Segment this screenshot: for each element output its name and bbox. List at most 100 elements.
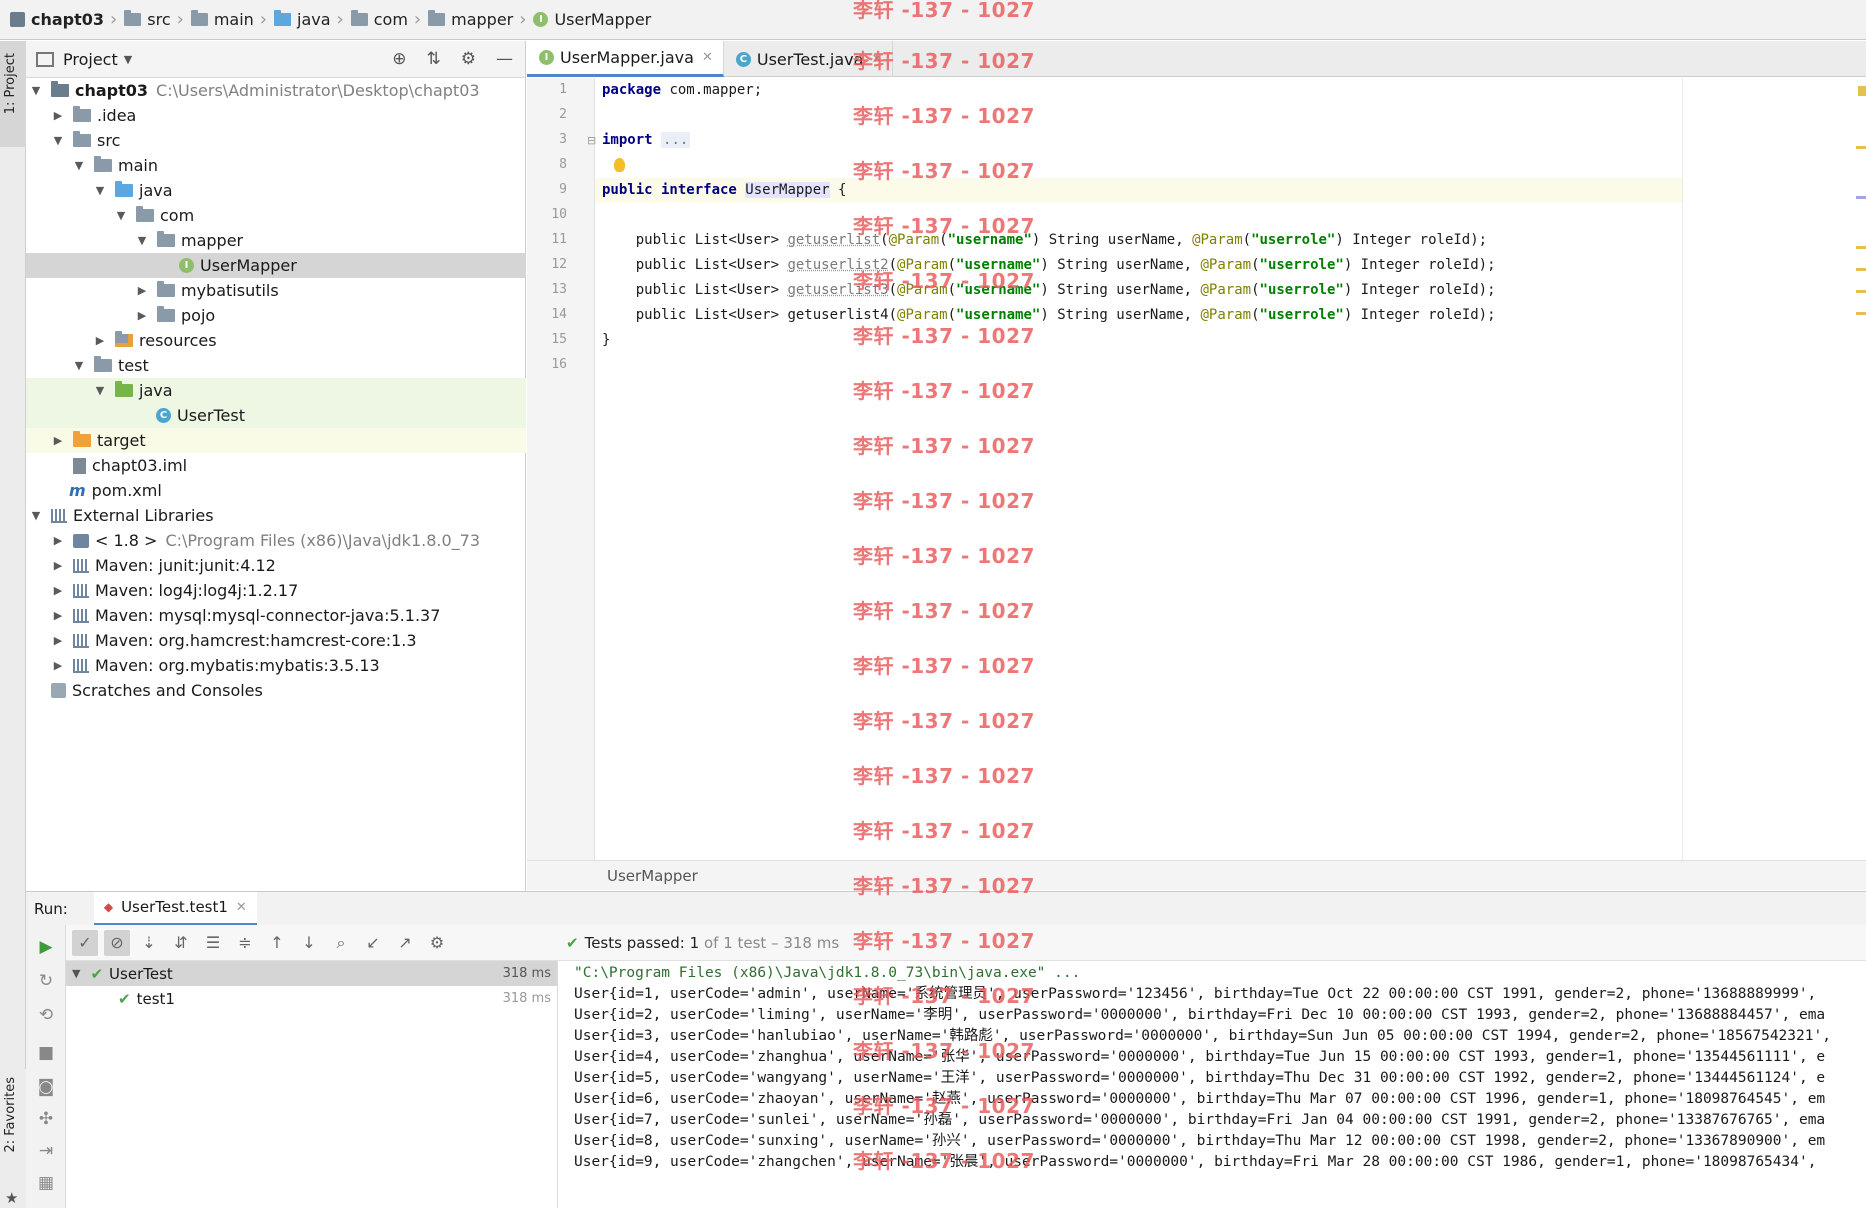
pin-icon[interactable]: ✣ (36, 1109, 56, 1129)
project-panel-title[interactable]: Project (63, 50, 118, 69)
rerun-icon[interactable]: ▶ (36, 937, 56, 957)
chevron-down-icon[interactable]: ▼ (29, 84, 43, 97)
run-tab[interactable]: ◆ UserTest.test1 ✕ (93, 891, 257, 926)
tree-node-jdk[interactable]: ▶ < 1.8 > C:\Program Files (x86)\Java\jdk1… (26, 528, 526, 553)
warning-marker[interactable] (1856, 246, 1866, 249)
tree-node-pojo[interactable]: ▶ pojo (26, 303, 526, 328)
code-editor[interactable]: package com.mapper; import ... public in… (595, 78, 1682, 860)
locate-icon[interactable]: ⊕ (392, 49, 406, 69)
chevron-right-icon[interactable]: ▶ (51, 559, 65, 572)
chevron-down-icon[interactable]: ▼ (72, 967, 80, 980)
breadcrumb-src[interactable]: src (124, 0, 171, 39)
stop-icon[interactable]: ■ (36, 1043, 56, 1063)
tree-node-main-java[interactable]: ▼ java (26, 178, 526, 203)
chevron-down-icon[interactable]: ▼ (93, 184, 107, 197)
tree-node-pom[interactable]: m pom.xml (26, 478, 526, 503)
close-icon[interactable]: ✕ (702, 50, 713, 65)
gear-icon[interactable]: ⚙ (424, 930, 450, 956)
tree-node-maven-lib[interactable]: ▶ Maven: org.mybatis:mybatis:3.5.13 (26, 653, 526, 678)
breadcrumb-com[interactable]: com (350, 0, 408, 39)
folded-imports[interactable]: ... (661, 132, 691, 148)
chevron-down-icon[interactable]: ▼ (72, 359, 86, 372)
collapse-all-icon[interactable]: ≑ (232, 930, 258, 956)
test-node-test1[interactable]: ✔ test1 318 ms (66, 986, 557, 1011)
error-stripe[interactable] (1682, 78, 1866, 860)
sort-duration-icon[interactable]: ⇵ (168, 930, 194, 956)
warning-marker[interactable] (1856, 312, 1866, 315)
chevron-right-icon[interactable]: ▶ (51, 109, 65, 122)
toggle-auto-test-icon[interactable]: ⟲ (36, 1005, 56, 1025)
chevron-right-icon[interactable]: ▶ (51, 534, 65, 547)
test-node-usertest[interactable]: ▼ ✔ UserTest 318 ms (66, 961, 557, 986)
fold-marker-icon[interactable]: ⊟ (587, 134, 596, 147)
tree-node-src[interactable]: ▼ src (26, 128, 526, 153)
close-icon[interactable]: ✕ (236, 900, 247, 915)
hide-icon[interactable]: — (496, 49, 513, 69)
expand-all-icon[interactable]: ☰ (200, 930, 226, 956)
warning-marker[interactable] (1858, 86, 1866, 96)
tree-node-maven-lib[interactable]: ▶ Maven: junit:junit:4.12 (26, 553, 526, 578)
tree-node-mybatisutils[interactable]: ▶ mybatisutils (26, 278, 526, 303)
camera-icon[interactable]: ◙ (36, 1077, 56, 1097)
chevron-down-icon[interactable]: ▼ (72, 159, 86, 172)
history-icon[interactable]: ⌕ (328, 930, 354, 956)
tree-node-maven-lib[interactable]: ▶ Maven: mysql:mysql-connector-java:5.1.3… (26, 603, 526, 628)
tab-usertest[interactable]: C UserTest.java ✕ (724, 41, 894, 77)
chevron-down-icon[interactable]: ▼ (93, 384, 107, 397)
chevron-down-icon[interactable]: ▼ (135, 234, 149, 247)
favorites-tool-tab[interactable]: 2: Favorites ★ (0, 1069, 26, 1208)
chevron-right-icon[interactable]: ▶ (51, 659, 65, 672)
warning-marker[interactable] (1856, 146, 1866, 149)
breadcrumb-project[interactable]: chapt03 (10, 0, 104, 39)
line-number-gutter[interactable]: 1 2 3 8 9 10 11 12 13 14 15 16 ⊟ (527, 78, 596, 860)
tab-usermapper[interactable]: I UserMapper.java ✕ (527, 41, 724, 77)
tree-node-maven-lib[interactable]: ▶ Maven: log4j:log4j:1.2.17 (26, 578, 526, 603)
collapse-all-icon[interactable]: ⇅ (427, 49, 441, 69)
tree-node-usermapper[interactable]: I UserMapper (26, 253, 526, 278)
tree-node-mapper[interactable]: ▼ mapper (26, 228, 526, 253)
lightbulb-icon[interactable] (614, 158, 625, 172)
sort-alpha-icon[interactable]: ⇣ (136, 930, 162, 956)
arrow-down-icon[interactable]: ↓ (296, 930, 322, 956)
chevron-down-icon[interactable]: ▼ (51, 134, 65, 147)
exit-icon[interactable]: ⇥ (36, 1141, 56, 1161)
chevron-right-icon[interactable]: ▶ (51, 584, 65, 597)
console-output[interactable]: "C:\Program Files (x86)\Java\jdk1.8.0_73… (559, 961, 1866, 1208)
tree-node-test[interactable]: ▼ test (26, 353, 526, 378)
import-icon[interactable]: ↙ (360, 930, 386, 956)
export-icon[interactable]: ↗ (392, 930, 418, 956)
rerun-failed-icon[interactable]: ↻ (36, 971, 56, 991)
tree-node-maven-lib[interactable]: ▶ Maven: org.hamcrest:hamcrest-core:1.3 (26, 628, 526, 653)
warning-marker[interactable] (1856, 268, 1866, 271)
chevron-right-icon[interactable]: ▶ (51, 434, 65, 447)
show-ignored-icon[interactable]: ⊘ (104, 929, 130, 956)
chevron-right-icon[interactable]: ▶ (135, 309, 149, 322)
tree-node-usertest[interactable]: C UserTest (26, 403, 526, 428)
layout-icon[interactable]: ▦ (36, 1173, 56, 1193)
breadcrumb-java[interactable]: java (274, 0, 331, 39)
chevron-right-icon[interactable]: ▶ (51, 609, 65, 622)
breadcrumb-mapper[interactable]: mapper (428, 0, 513, 39)
chevron-down-icon[interactable]: ▼ (114, 209, 128, 222)
gear-icon[interactable]: ⚙ (461, 49, 476, 69)
project-tool-tab[interactable]: 1: Project (0, 41, 26, 147)
tree-node-test-java[interactable]: ▼ java (26, 378, 526, 403)
chevron-down-icon[interactable]: ▼ (124, 53, 132, 66)
tree-node-main[interactable]: ▼ main (26, 153, 526, 178)
close-icon[interactable]: ✕ (871, 52, 882, 67)
breadcrumb-usermapper[interactable]: I UserMapper (533, 0, 651, 39)
chevron-right-icon[interactable]: ▶ (51, 634, 65, 647)
tree-node-scratches[interactable]: Scratches and Consoles (26, 678, 526, 703)
chevron-down-icon[interactable]: ▼ (29, 509, 43, 522)
chevron-right-icon[interactable]: ▶ (135, 284, 149, 297)
show-passed-icon[interactable]: ✓ (72, 929, 98, 956)
tree-node-com[interactable]: ▼ com (26, 203, 526, 228)
warning-marker[interactable] (1856, 290, 1866, 293)
arrow-up-icon[interactable]: ↑ (264, 930, 290, 956)
tree-node-target[interactable]: ▶ target (26, 428, 526, 453)
breadcrumb-main[interactable]: main (190, 0, 254, 39)
tree-node-external-libraries[interactable]: ▼ External Libraries (26, 503, 526, 528)
tree-node-chapt03[interactable]: ▼ chapt03 C:\Users\Administrator\Desktop\c… (26, 78, 526, 103)
tree-node-idea[interactable]: ▶ .idea (26, 103, 526, 128)
editor-breadcrumb-item[interactable]: UserMapper (607, 867, 698, 885)
